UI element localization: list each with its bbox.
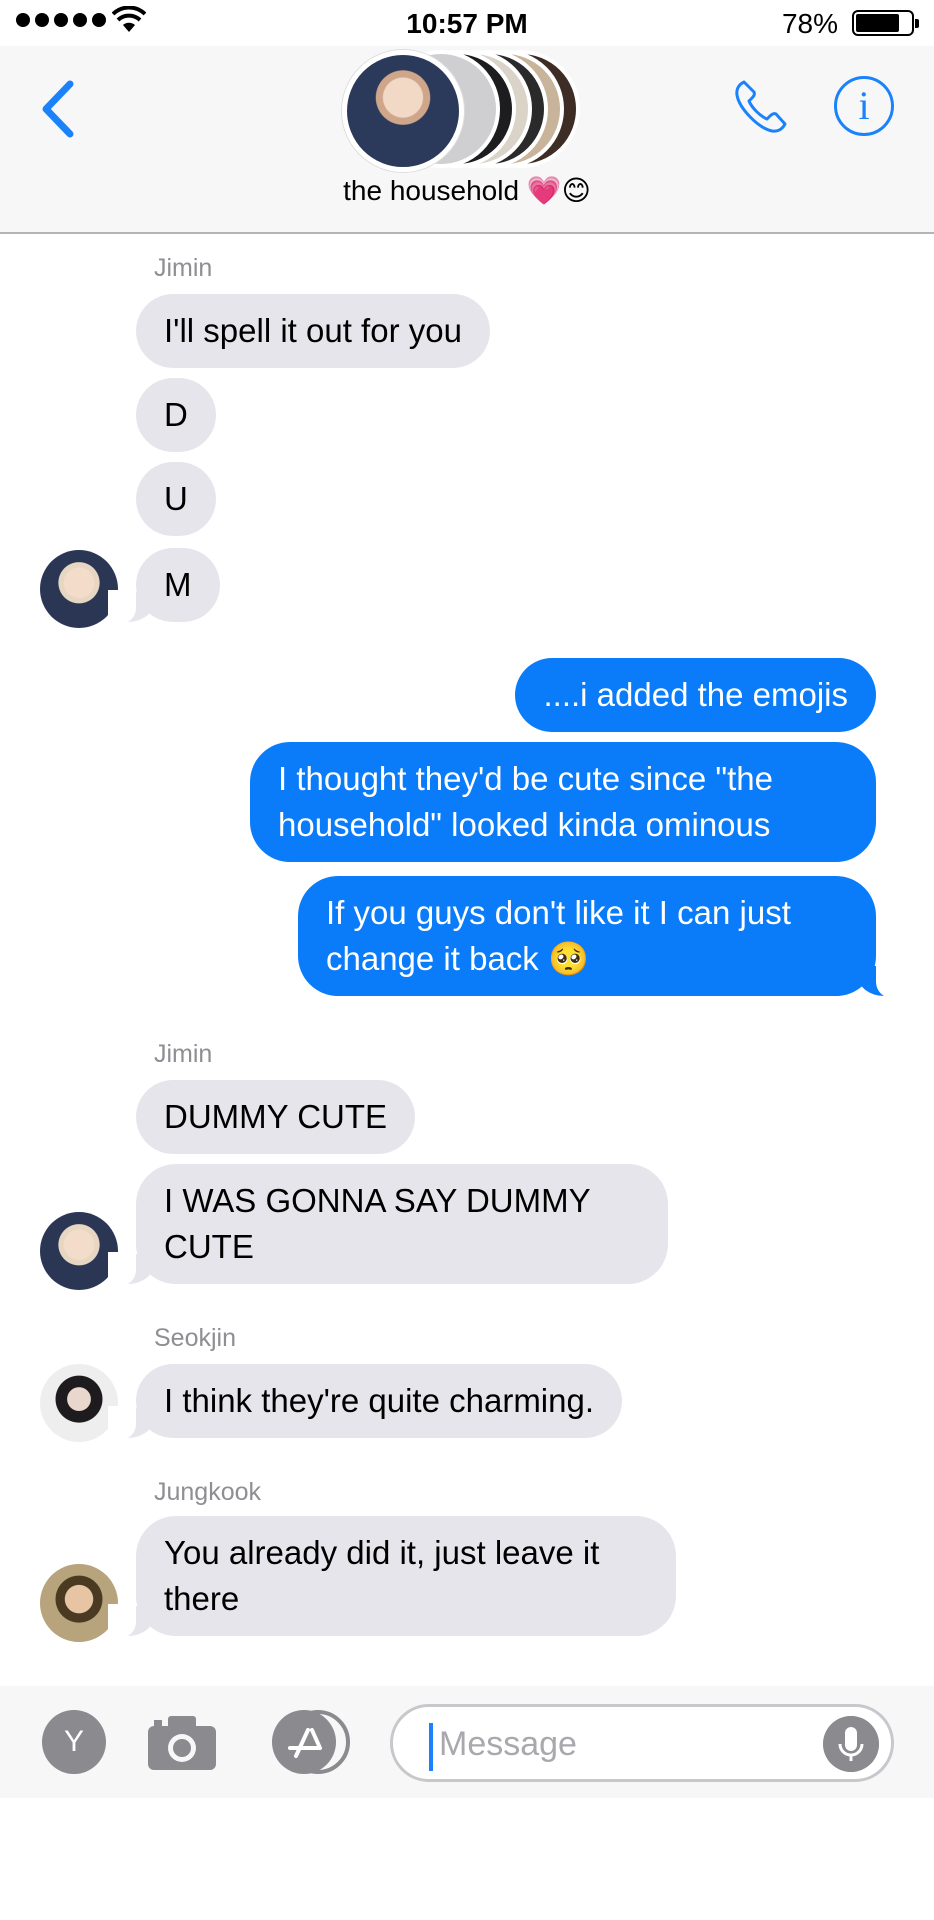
avatar-seokjin[interactable]	[40, 1364, 118, 1442]
group-avatars[interactable]	[342, 50, 590, 172]
message-text: I think they're quite charming.	[164, 1382, 595, 1419]
group-avatar-main	[342, 50, 464, 172]
message-text: D	[164, 396, 188, 433]
message-text: I'll spell it out for you	[164, 312, 462, 349]
message-bubble-incoming[interactable]: I'll spell it out for you	[136, 294, 490, 368]
battery-percent: 78%	[781, 8, 838, 39]
message-text: You already did it, just leave it there	[164, 1534, 600, 1617]
status-bar: 10:57 PM 78%	[0, 0, 934, 46]
message-bubble-outgoing[interactable]: I thought they'd be cute since "the hous…	[250, 742, 876, 862]
message-text: ....i added the emojis	[543, 676, 848, 713]
avatar-jimin[interactable]	[40, 1212, 118, 1290]
phone-icon[interactable]	[730, 76, 792, 138]
conversation-header: the household 💗😊 i	[0, 46, 934, 234]
message-bubble-incoming[interactable]: You already did it, just leave it there	[108, 1516, 676, 1638]
chevron-left-icon[interactable]	[34, 74, 84, 144]
sender-label: Jimin	[154, 1040, 213, 1068]
sender-label: Jungkook	[154, 1478, 262, 1506]
sender-label: Seokjin	[154, 1324, 236, 1352]
sender-label: Jimin	[154, 254, 213, 282]
message-input[interactable]: Message	[390, 1704, 894, 1782]
microphone-icon[interactable]	[823, 1716, 879, 1772]
messages-screen: 10:57 PM 78% the household 💗😊 i Jimin I'…	[0, 0, 934, 1920]
message-bubble-outgoing[interactable]: If you guys don't like it I can just cha…	[298, 876, 904, 998]
message-text: I thought they'd be cute since "the hous…	[278, 760, 774, 843]
message-bubble-incoming[interactable]: I think they're quite charming.	[107, 1364, 623, 1440]
message-thread: Jimin I'll spell it out for you D U M ..…	[0, 236, 934, 1686]
appstore-icon[interactable]	[268, 1710, 352, 1774]
battery-icon	[852, 10, 919, 36]
avatar-jungkook[interactable]	[40, 1564, 118, 1642]
message-bubble-incoming[interactable]: I WAS GONNA SAY DUMMY CUTE	[108, 1164, 668, 1286]
composer-bar: Y Message	[0, 1686, 934, 1798]
message-bubble-incoming[interactable]: M	[108, 548, 220, 624]
message-text: If you guys don't like it I can just cha…	[326, 894, 791, 977]
message-text: I WAS GONNA SAY DUMMY CUTE	[164, 1182, 591, 1265]
text-caret	[429, 1723, 433, 1771]
y-app-button[interactable]: Y	[42, 1710, 106, 1774]
message-placeholder: Message	[439, 1725, 577, 1763]
avatar-jimin[interactable]	[40, 550, 118, 628]
message-text: U	[164, 480, 188, 517]
camera-icon[interactable]	[146, 1714, 218, 1772]
message-text: M	[164, 566, 192, 603]
message-bubble-incoming[interactable]: DUMMY CUTE	[136, 1080, 416, 1154]
info-icon[interactable]: i	[834, 76, 894, 136]
message-bubble-incoming[interactable]: U	[136, 462, 216, 536]
message-bubble-outgoing[interactable]: ....i added the emojis	[515, 658, 876, 732]
group-name[interactable]: the household 💗😊	[0, 174, 934, 207]
message-text: DUMMY CUTE	[164, 1098, 388, 1135]
message-bubble-incoming[interactable]: D	[136, 378, 216, 452]
